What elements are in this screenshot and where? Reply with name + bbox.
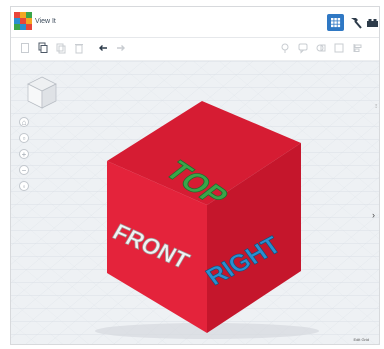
design-title[interactable]: View It <box>35 18 56 25</box>
edit-grid-button[interactable]: Edit Grid <box>353 337 369 342</box>
redo-icon[interactable] <box>115 42 127 54</box>
side-handle-icon[interactable]: ⁝ <box>375 103 377 110</box>
hammer-icon <box>351 18 362 29</box>
build-button[interactable] <box>347 14 364 31</box>
light-icon[interactable] <box>279 42 291 54</box>
tinkercad-logo <box>14 12 32 30</box>
edit-toolbar <box>11 38 379 61</box>
copy-icon[interactable] <box>37 42 49 54</box>
chevron-right-icon[interactable]: › <box>372 210 375 220</box>
delete-icon[interactable] <box>73 42 85 54</box>
brick-icon <box>367 19 378 27</box>
view-3d-button[interactable] <box>327 14 344 31</box>
shape-icon[interactable] <box>315 42 327 54</box>
workplane[interactable]: ⌂ ▫ + − ◦ TOP FRONT RIGHT ⁝ › Edit Grid <box>11 61 379 344</box>
align-icon[interactable] <box>351 42 363 54</box>
cube-model[interactable]: TOP FRONT RIGHT <box>11 61 379 344</box>
paste-icon[interactable] <box>55 42 67 54</box>
sim-button[interactable] <box>364 14 379 31</box>
undo-icon[interactable] <box>97 42 109 54</box>
group-icon[interactable] <box>333 42 345 54</box>
app-window: View It ⌂ ▫ + − ◦ TOP FRONT RIGHT ⁝ › Ed… <box>10 6 380 345</box>
grid-icon <box>331 18 341 28</box>
comment-icon[interactable] <box>297 42 309 54</box>
header-bar: View It <box>11 7 379 38</box>
new-icon[interactable] <box>19 42 31 54</box>
